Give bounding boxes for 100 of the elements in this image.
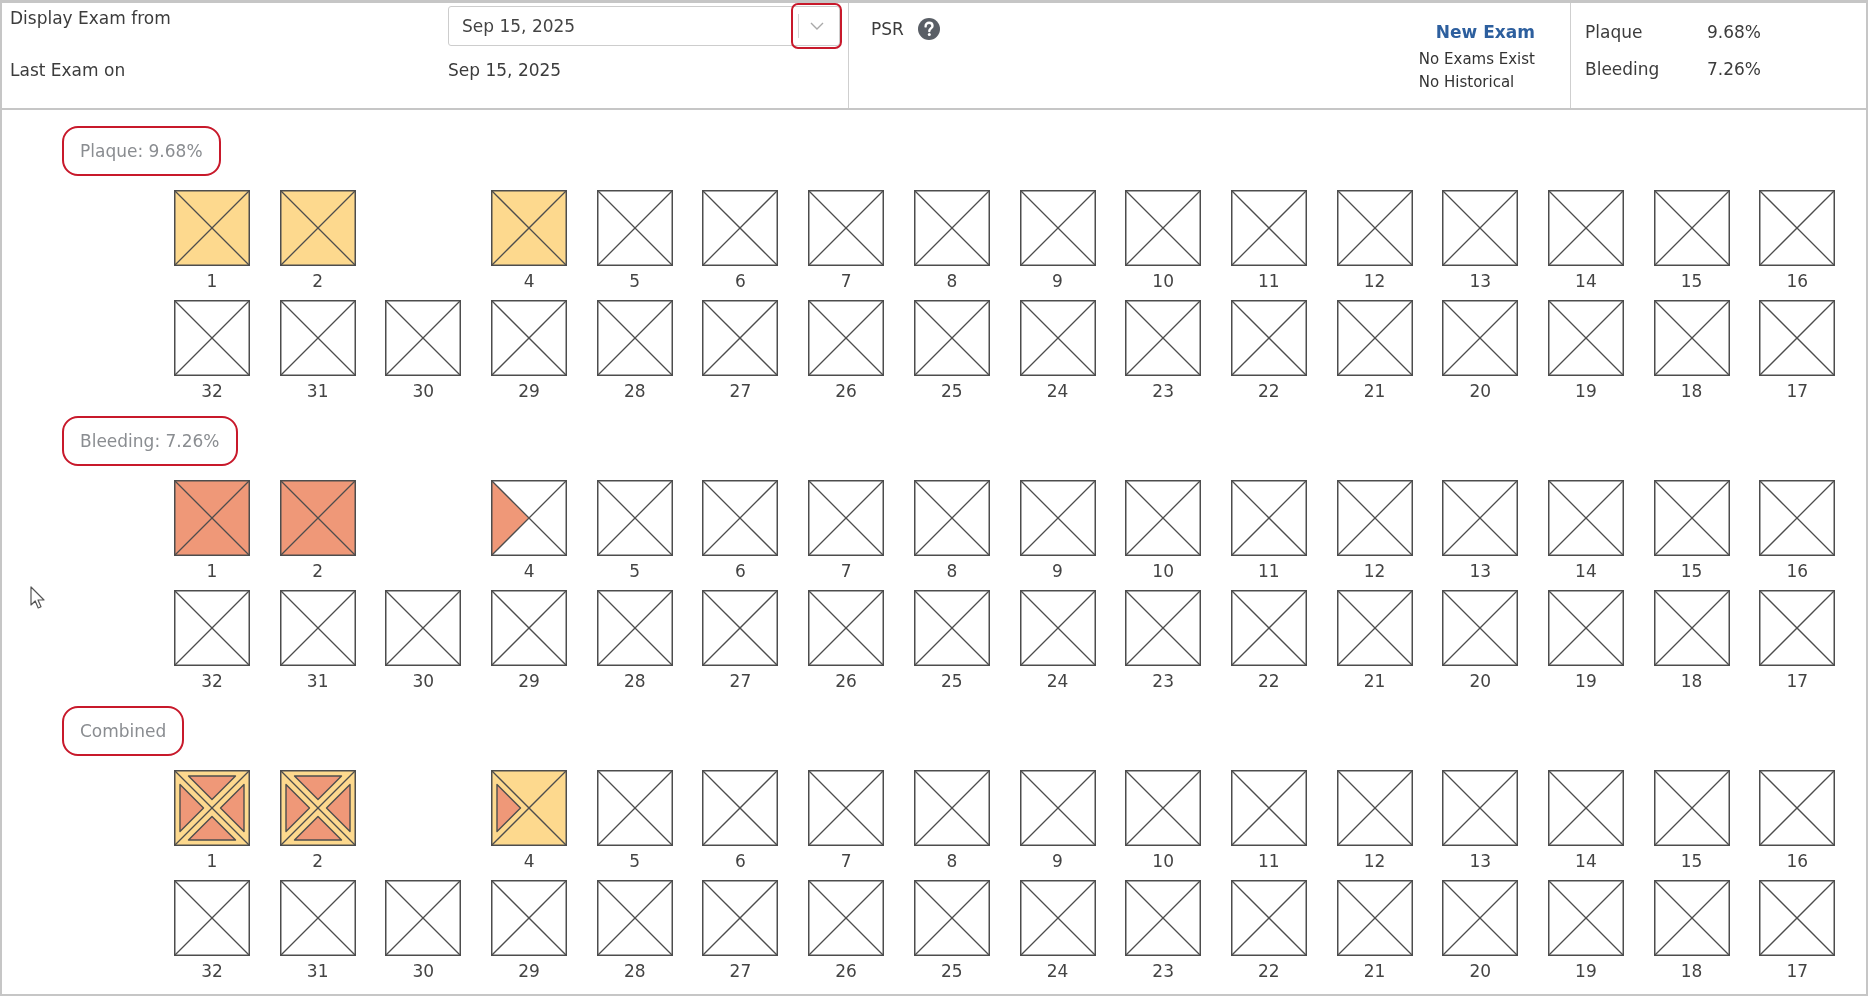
tooth-number: 10 (1152, 560, 1174, 583)
tooth-number: 4 (523, 270, 535, 293)
tooth-number: 23 (1152, 670, 1174, 693)
tooth-number: 19 (1575, 380, 1597, 403)
tooth-number: 24 (1046, 670, 1069, 693)
exam-note: No Exams Exist (1418, 49, 1535, 70)
tooth-number: 7 (840, 270, 852, 293)
summary-label: Bleeding (1585, 58, 1660, 79)
section-label: Bleeding: 7.26% (80, 430, 220, 453)
new-exam-link[interactable]: New Exam (1435, 21, 1535, 43)
tooth-number: 13 (1469, 270, 1492, 293)
tooth-number: 18 (1680, 960, 1703, 983)
tooth-number: 13 (1469, 560, 1492, 583)
tooth-number: 29 (518, 670, 540, 693)
tooth-number: 26 (835, 380, 857, 403)
tooth-number: 7 (840, 850, 852, 873)
tooth-number: 17 (1786, 380, 1809, 403)
tooth-number: 6 (735, 850, 746, 873)
tooth-number: 16 (1786, 270, 1809, 293)
tooth-number: 2 (312, 270, 324, 293)
tooth-number: 14 (1575, 560, 1597, 583)
tooth-number: 23 (1152, 380, 1174, 403)
tooth-number: 29 (518, 380, 540, 403)
tooth-number: 27 (729, 960, 752, 983)
tooth-number: 10 (1152, 270, 1174, 293)
tooth-number: 2 (312, 850, 324, 873)
tooth-number: 14 (1575, 850, 1597, 873)
summary-label: Plaque (1585, 21, 1643, 42)
tooth-number: 28 (623, 960, 646, 983)
tooth-number: 20 (1469, 670, 1492, 693)
tooth-number: 22 (1258, 960, 1280, 983)
tooth-number: 27 (729, 380, 752, 403)
tooth-number: 6 (735, 560, 746, 583)
tooth-number: 22 (1258, 670, 1280, 693)
tooth-number: 5 (629, 270, 641, 293)
tooth-number: 15 (1680, 850, 1703, 873)
tooth-number: 31 (306, 960, 329, 983)
tooth-number: 11 (1258, 270, 1280, 293)
tooth-number: 9 (1052, 560, 1063, 583)
tooth-number: 4 (523, 850, 535, 873)
tooth-number: 32 (201, 960, 223, 983)
tooth-number: 14 (1575, 270, 1597, 293)
tooth-number: 30 (412, 380, 435, 403)
tooth-number: 25 (941, 670, 963, 693)
tooth-number: 8 (946, 850, 958, 873)
tooth-number: 31 (306, 380, 329, 403)
tooth-number: 32 (201, 380, 223, 403)
tooth-number: 8 (946, 270, 958, 293)
section-label: Combined (80, 720, 167, 743)
tooth-number: 21 (1363, 670, 1386, 693)
tooth-number: 15 (1680, 560, 1703, 583)
tooth-number: 28 (623, 670, 646, 693)
tooth-number: 5 (629, 560, 641, 583)
field-label: Last Exam on (10, 59, 127, 82)
tooth-number: 29 (518, 960, 540, 983)
tooth-number: 22 (1258, 380, 1280, 403)
mouse-pointer-icon (30, 586, 46, 610)
tooth-number: 30 (412, 670, 435, 693)
tooth-number: 24 (1046, 380, 1069, 403)
tooth-number: 26 (835, 960, 857, 983)
tooth-number: 8 (946, 560, 958, 583)
tooth-number: 21 (1363, 380, 1386, 403)
tooth-number: 7 (840, 560, 852, 583)
tooth-number: 15 (1680, 270, 1703, 293)
help-icon[interactable] (917, 18, 940, 40)
tooth-number: 9 (1052, 850, 1063, 873)
tooth-number: 24 (1046, 960, 1069, 983)
tooth-number: 5 (629, 850, 641, 873)
tooth-number: 11 (1258, 850, 1280, 873)
tooth-number: 27 (729, 670, 752, 693)
tooth-number: 12 (1363, 270, 1386, 293)
tooth-number: 16 (1786, 850, 1809, 873)
tooth-number: 1 (206, 850, 218, 873)
last-exam-date: Sep 15, 2025 (448, 59, 563, 82)
field-label: Display Exam from (10, 7, 172, 30)
summary-value: 9.68% (1707, 21, 1761, 42)
tooth-number: 2 (312, 560, 324, 583)
tooth-number: 17 (1786, 960, 1809, 983)
tooth-number: 19 (1575, 960, 1597, 983)
tooth-number: 17 (1786, 670, 1809, 693)
date-dropdown[interactable]: Sep 15, 2025 (448, 6, 840, 46)
tooth-number: 1 (206, 270, 218, 293)
tooth-number: 4 (523, 560, 535, 583)
tooth-number: 19 (1575, 670, 1597, 693)
tooth-number: 20 (1469, 380, 1492, 403)
tooth-number: 25 (941, 380, 963, 403)
exam-note: No Historical (1418, 72, 1516, 93)
tooth-number: 18 (1680, 670, 1703, 693)
tooth-number: 13 (1469, 850, 1492, 873)
tooth-number: 28 (623, 380, 646, 403)
tooth-number: 30 (412, 960, 435, 983)
tooth-number: 1 (206, 560, 218, 583)
section-label: Plaque: 9.68% (80, 140, 203, 163)
chevron-down-icon (810, 22, 824, 30)
tooth-number: 6 (735, 270, 746, 293)
tooth-number: 21 (1363, 960, 1386, 983)
tooth-number: 26 (835, 670, 857, 693)
tooth-number: 32 (201, 670, 223, 693)
tooth-number: 11 (1258, 560, 1280, 583)
tooth-number: 23 (1152, 960, 1174, 983)
